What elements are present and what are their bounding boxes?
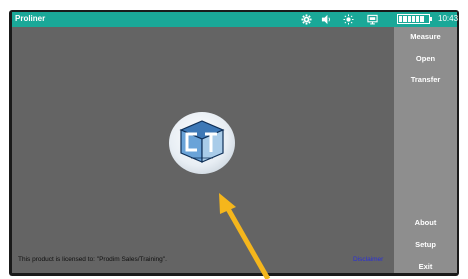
- pointer-arrow: [219, 193, 271, 279]
